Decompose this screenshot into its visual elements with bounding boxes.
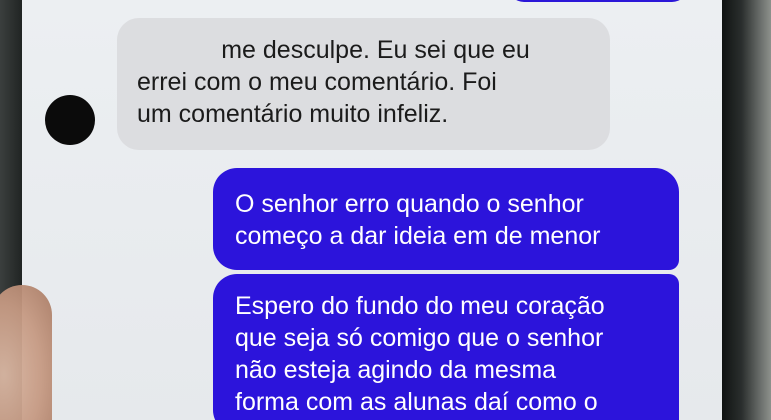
phone-bezel (722, 0, 771, 420)
incoming-message-bubble[interactable]: me desculpe. Eu sei que eu errei com o m… (117, 18, 610, 150)
message-text-line: não esteja agindo da mesma (235, 356, 557, 384)
contact-avatar[interactable] (45, 95, 95, 145)
message-text-line: começo a dar ideia em de menor (235, 222, 601, 250)
message-text-line: que seja só comigo que o senhor (235, 324, 604, 352)
chat-screen: me desculpe. Eu sei que eu errei com o m… (22, 0, 722, 420)
message-text-line: me desculpe. Eu sei que eu (221, 36, 530, 64)
phone-photo-frame: me desculpe. Eu sei que eu errei com o m… (0, 0, 771, 420)
message-text-line: um comentário muito infeliz. (137, 100, 449, 128)
message-text-line: Espero do fundo do meu coração (235, 292, 605, 320)
previous-outgoing-message-edge (508, 0, 688, 2)
message-text-line: forma com as alunas daí como o (235, 388, 598, 416)
outgoing-message-bubble[interactable]: O senhor erro quando o senhor começo a d… (213, 168, 679, 270)
outgoing-message-bubble[interactable]: Espero do fundo do meu coração que seja … (213, 274, 679, 420)
message-text-line: O senhor erro quando o senhor (235, 190, 584, 218)
finger-overlay (0, 285, 52, 420)
message-text-line: errei com o meu comentário. Foi (137, 68, 497, 96)
